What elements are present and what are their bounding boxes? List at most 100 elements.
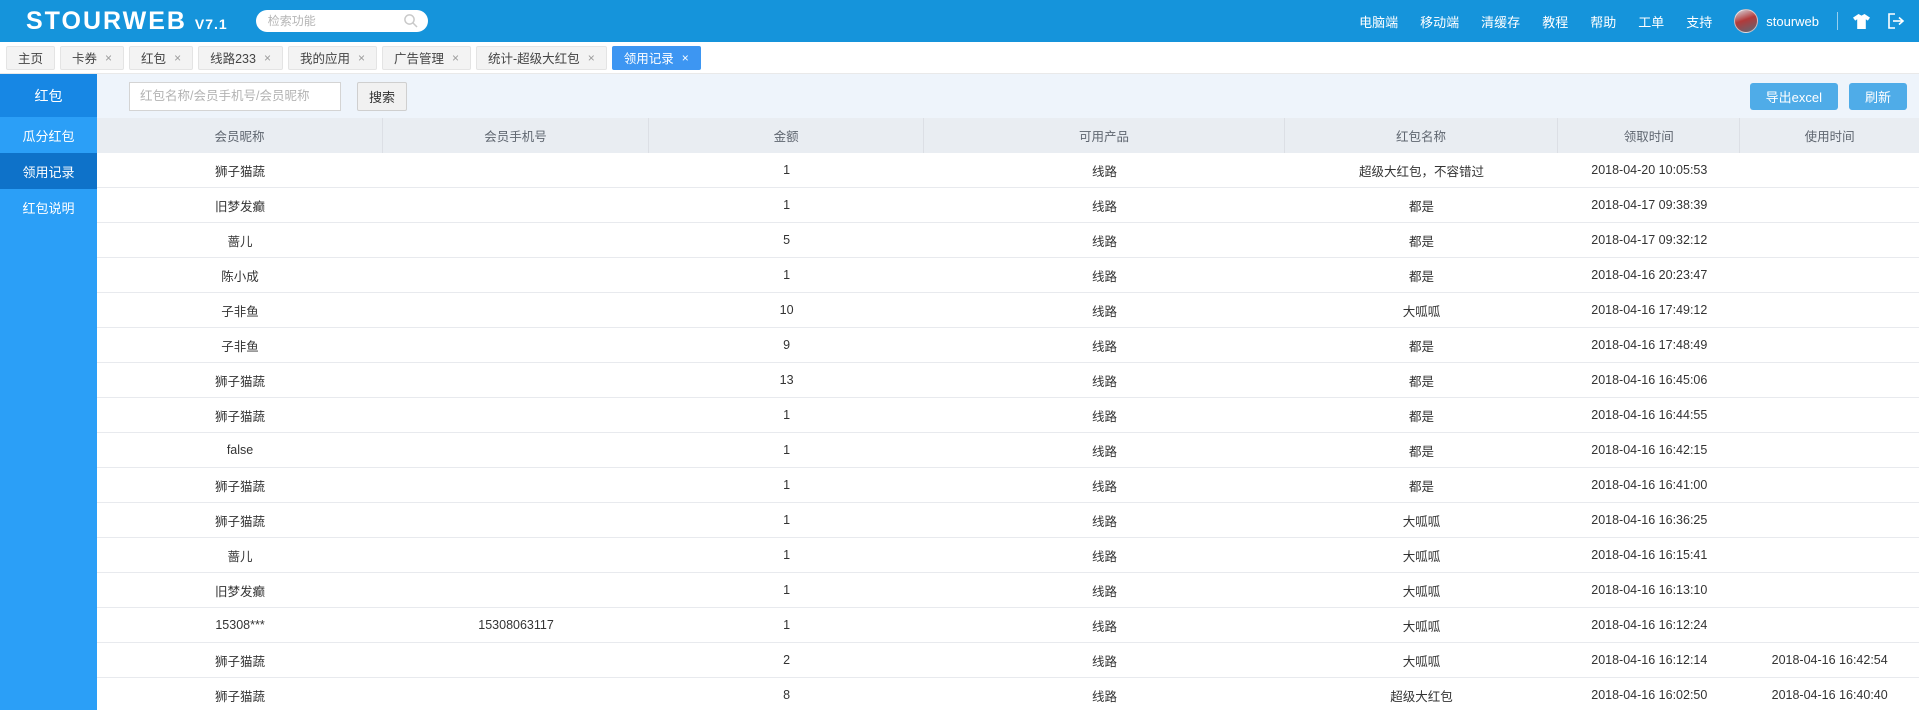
topnav-link-7[interactable]: 支持 xyxy=(1686,12,1712,31)
refresh-button[interactable]: 刷新 xyxy=(1849,83,1907,110)
cell: 蔷儿 xyxy=(97,223,383,257)
topnav-link-1[interactable]: 电脑端 xyxy=(1359,12,1398,31)
sidebar-item-3[interactable]: 红包说明 xyxy=(0,189,97,225)
tab-1[interactable]: 主页 xyxy=(6,46,55,70)
cell: false xyxy=(97,433,383,467)
cell xyxy=(1740,608,1919,642)
app-logo: STOURWEB V7.1 xyxy=(26,7,228,36)
cell xyxy=(1740,433,1919,467)
cell xyxy=(1740,153,1919,187)
cell: 2018-04-16 16:13:10 xyxy=(1558,573,1740,607)
cell: 线路 xyxy=(924,503,1285,537)
table-row: 狮子猫蔬1线路超级大红包，不容错过2018-04-20 10:05:53 xyxy=(97,153,1919,188)
column-header-3: 金额 xyxy=(649,118,924,153)
cell: 2018-04-16 16:12:24 xyxy=(1558,608,1740,642)
sidebar-item-2[interactable]: 领用记录 xyxy=(0,153,97,189)
cell: 都是 xyxy=(1285,398,1558,432)
table-row: 蔷儿1线路大呱呱2018-04-16 16:15:41 xyxy=(97,538,1919,573)
cell: 都是 xyxy=(1285,433,1558,467)
cell xyxy=(1740,468,1919,502)
cell xyxy=(1740,328,1919,362)
cell: 线路 xyxy=(924,608,1285,642)
cell: 1 xyxy=(649,258,924,292)
toolbar: 搜索 导出excel 刷新 xyxy=(97,74,1919,118)
username: stourweb xyxy=(1766,14,1819,29)
topbar: STOURWEB V7.1 电脑端 移动端 清缓存 教程 帮助 工单 支持 stourweb xyxy=(0,0,1919,42)
tab-6[interactable]: 广告管理× xyxy=(382,46,471,70)
cell: 线路 xyxy=(924,538,1285,572)
table-row: 旧梦发癫1线路大呱呱2018-04-16 16:13:10 xyxy=(97,573,1919,608)
cell xyxy=(1740,363,1919,397)
tab-label: 主页 xyxy=(18,48,43,67)
topnav-link-6[interactable]: 工单 xyxy=(1638,12,1664,31)
main-area: 红包 瓜分红包领用记录红包说明 搜索 导出excel 刷新 会员昵称会员手机号金… xyxy=(0,74,1919,710)
tab-5[interactable]: 我的应用× xyxy=(288,46,377,70)
table-row: 狮子猫蔬8线路超级大红包2018-04-16 16:02:502018-04-1… xyxy=(97,678,1919,710)
theme-shirt-icon[interactable] xyxy=(1852,13,1871,30)
cell: 1 xyxy=(649,153,924,187)
tab-2[interactable]: 卡券× xyxy=(60,46,124,70)
cell: 蔷儿 xyxy=(97,538,383,572)
topnav-link-3[interactable]: 清缓存 xyxy=(1481,12,1520,31)
tab-8[interactable]: 领用记录 × xyxy=(612,46,701,70)
column-header-1: 会员昵称 xyxy=(97,118,383,153)
cell: 线路 xyxy=(924,468,1285,502)
tab-close-icon[interactable]: × xyxy=(174,52,181,64)
cell: 都是 xyxy=(1285,468,1558,502)
cell: 5 xyxy=(649,223,924,257)
logout-icon[interactable] xyxy=(1887,13,1905,29)
topnav-link-2[interactable]: 移动端 xyxy=(1420,12,1459,31)
cell: 线路 xyxy=(924,153,1285,187)
column-header-2: 会员手机号 xyxy=(383,118,649,153)
cell: 子非鱼 xyxy=(97,293,383,327)
cell xyxy=(383,433,649,467)
cell: 2018-04-16 16:41:00 xyxy=(1558,468,1740,502)
cell: 15308*** xyxy=(97,608,383,642)
cell xyxy=(1740,223,1919,257)
tab-close-icon[interactable]: × xyxy=(105,52,112,64)
cell: 线路 xyxy=(924,678,1285,710)
avatar[interactable] xyxy=(1734,9,1758,33)
cell: 2018-04-16 20:23:47 xyxy=(1558,258,1740,292)
tab-close-icon[interactable]: × xyxy=(682,52,689,64)
table-row: false1线路都是2018-04-16 16:42:15 xyxy=(97,433,1919,468)
tab-close-icon[interactable]: × xyxy=(452,52,459,64)
topnav-link-5[interactable]: 帮助 xyxy=(1590,12,1616,31)
cell: 狮子猫蔬 xyxy=(97,398,383,432)
table-row: 旧梦发癫1线路都是2018-04-17 09:38:39 xyxy=(97,188,1919,223)
search-icon xyxy=(403,13,419,29)
cell: 狮子猫蔬 xyxy=(97,643,383,677)
tab-label: 红包 xyxy=(141,48,166,67)
search-button[interactable]: 搜索 xyxy=(357,82,407,111)
sidebar-item-1[interactable]: 瓜分红包 xyxy=(0,117,97,153)
cell: 2018-04-20 10:05:53 xyxy=(1558,153,1740,187)
header-divider xyxy=(1837,12,1838,30)
tab-close-icon[interactable]: × xyxy=(358,52,365,64)
cell xyxy=(383,293,649,327)
cell: 超级大红包 xyxy=(1285,678,1558,710)
cell: 大呱呱 xyxy=(1285,293,1558,327)
sidebar-title-redpacket[interactable]: 红包 xyxy=(0,74,97,117)
cell: 狮子猫蔬 xyxy=(97,363,383,397)
cell: 狮子猫蔬 xyxy=(97,678,383,710)
export-excel-button[interactable]: 导出excel xyxy=(1750,83,1838,110)
tab-label: 统计-超级大红包 xyxy=(488,48,580,67)
tab-4[interactable]: 线路233× xyxy=(198,46,283,70)
cell: 线路 xyxy=(924,188,1285,222)
record-search-input[interactable] xyxy=(129,82,341,111)
cell: 8 xyxy=(649,678,924,710)
tab-7[interactable]: 统计-超级大红包 × xyxy=(476,46,607,70)
table-row: 狮子猫蔬1线路大呱呱2018-04-16 16:36:25 xyxy=(97,503,1919,538)
user-area[interactable]: stourweb xyxy=(1734,9,1819,33)
tab-3[interactable]: 红包 × xyxy=(129,46,193,70)
tab-label: 领用记录 xyxy=(624,48,674,67)
tab-close-icon[interactable]: × xyxy=(264,52,271,64)
topnav-link-4[interactable]: 教程 xyxy=(1542,12,1568,31)
cell xyxy=(383,573,649,607)
cell: 旧梦发癫 xyxy=(97,573,383,607)
cell: 线路 xyxy=(924,328,1285,362)
table-row: 子非鱼9线路都是2018-04-16 17:48:49 xyxy=(97,328,1919,363)
cell: 都是 xyxy=(1285,363,1558,397)
cell xyxy=(1740,398,1919,432)
tab-close-icon[interactable]: × xyxy=(588,52,595,64)
